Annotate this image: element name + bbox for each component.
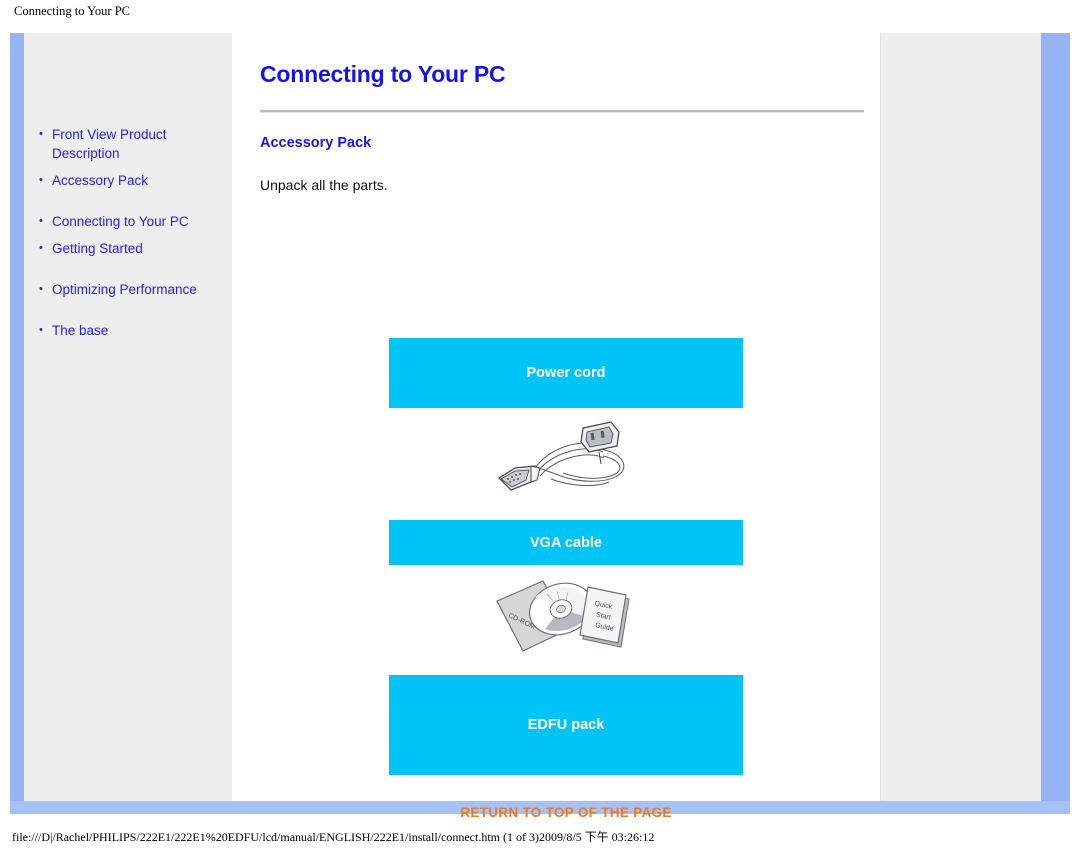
- sidebar-item-optimizing-performance[interactable]: Optimizing Performance: [38, 280, 228, 299]
- sidebar-item-connecting-to-your-pc[interactable]: Connecting to Your PC: [38, 212, 228, 231]
- vga-connector-icon: [498, 465, 541, 491]
- sidebar-nav-list: Front View Product Description Accessory…: [38, 125, 228, 348]
- vga-cable-figure: [260, 408, 872, 520]
- document-header: Connecting to Your PC: [0, 0, 1080, 32]
- main-content: Connecting to Your PC Accessory Pack Unp…: [232, 33, 880, 820]
- right-blue-rail: [1040, 33, 1070, 801]
- cdrom-guide-figure: CD-ROM Quick Start Guide: [260, 565, 872, 675]
- power-plug-icon: [580, 421, 620, 465]
- accessory-banner-power-cord: Power cord: [389, 338, 743, 408]
- right-panel: [880, 33, 1041, 801]
- sidebar-item-the-base[interactable]: The base: [38, 321, 228, 340]
- accessory-banner-vga-cable: VGA cable: [389, 520, 743, 565]
- vga-cable-icon: [498, 421, 625, 491]
- status-bar-path: file:///D|/Rachel/PHILIPS/222E1/222E1%20…: [12, 830, 655, 844]
- cdrom-quick-start-guide-icon: CD-ROM Quick Start Guide: [496, 580, 630, 652]
- left-blue-rail: [10, 33, 24, 801]
- quick-start-guide-icon: Quick Start Guide: [579, 586, 630, 648]
- sidebar-item-front-view-product-description[interactable]: Front View Product Description: [38, 125, 228, 163]
- accessory-list: Power cord VGA cable CD-ROM Quick Start …: [260, 338, 872, 820]
- status-bar: file:///D|/Rachel/PHILIPS/222E1/222E1%20…: [0, 824, 1080, 848]
- sidebar-item-getting-started[interactable]: Getting Started: [38, 239, 228, 258]
- page-title: Connecting to Your PC: [260, 61, 506, 87]
- document-caption: Connecting to Your PC: [14, 4, 130, 18]
- sidebar-item-accessory-pack[interactable]: Accessory Pack: [38, 171, 228, 190]
- section-title-accessory-pack: Accessory Pack: [260, 135, 372, 151]
- sidebar: Front View Product Description Accessory…: [24, 33, 232, 801]
- intro-paragraph: Unpack all the parts.: [260, 177, 388, 193]
- page-frame: Front View Product Description Accessory…: [10, 33, 1070, 820]
- return-to-top-link[interactable]: RETURN TO TOP OF THE PAGE: [260, 805, 872, 820]
- accessory-banner-edfu-pack: EDFU pack: [389, 675, 743, 775]
- content-header-block: Connecting to Your PC Accessory Pack Unp…: [260, 33, 872, 193]
